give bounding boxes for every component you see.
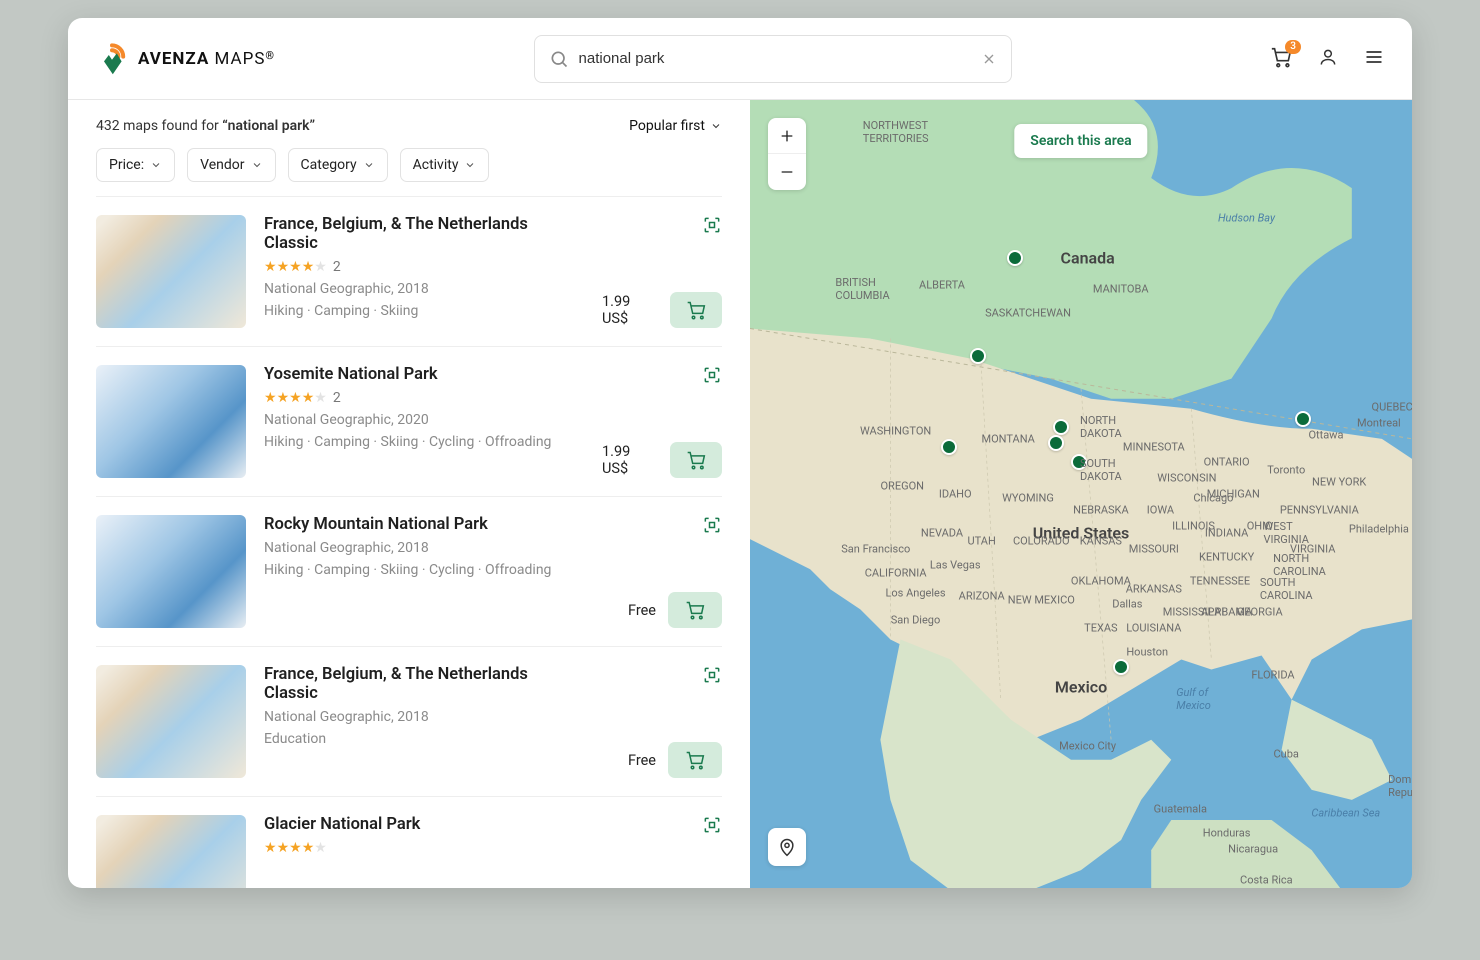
result-meta: National Geographic, 2018	[264, 540, 584, 556]
map-marker[interactable]	[1295, 411, 1311, 427]
price: Free	[628, 752, 656, 769]
filter-vendor[interactable]: Vendor	[187, 148, 275, 182]
locate-button[interactable]	[768, 828, 806, 866]
expand-icon[interactable]	[702, 815, 722, 835]
cart-badge: 3	[1285, 40, 1301, 54]
account-button[interactable]	[1318, 47, 1338, 71]
search-this-area-button[interactable]: Search this area	[1014, 124, 1147, 158]
thumbnail	[96, 515, 246, 628]
cart-icon	[685, 600, 705, 620]
add-to-cart-button[interactable]	[670, 292, 722, 328]
rating: ★★★★★	[264, 840, 584, 856]
cart-icon	[686, 300, 706, 320]
result-tags: Hiking · Camping · Skiing	[264, 303, 584, 319]
results-panel: 432 maps found for “national park” Popul…	[68, 100, 750, 888]
result-item[interactable]: Glacier National Park ★★★★★	[96, 797, 722, 888]
pin-icon	[777, 837, 797, 857]
logo-icon	[96, 42, 128, 76]
result-tags: Hiking · Camping · Skiing · Cycling · Of…	[264, 562, 584, 578]
filter-price[interactable]: Price:	[96, 148, 175, 182]
zoom-control	[768, 118, 806, 190]
result-tags: Hiking · Camping · Skiing · Cycling · Of…	[264, 434, 584, 450]
result-item[interactable]: Rocky Mountain National Park National Ge…	[96, 497, 722, 647]
result-title: Rocky Mountain National Park	[264, 515, 584, 534]
add-to-cart-button[interactable]	[668, 592, 722, 628]
map-marker[interactable]	[941, 439, 957, 455]
chevron-down-icon	[710, 120, 722, 132]
cart-icon	[686, 450, 706, 470]
thumbnail	[96, 665, 246, 778]
result-title: France, Belgium, & The Netherlands Class…	[264, 665, 584, 703]
plus-icon	[779, 128, 795, 144]
menu-icon	[1364, 47, 1384, 67]
basemap	[750, 100, 1412, 888]
result-meta: National Geographic, 2018	[264, 709, 584, 725]
price: 1.99 US$	[602, 443, 658, 477]
filter-category[interactable]: Category	[288, 148, 388, 182]
filter-activity[interactable]: Activity	[400, 148, 490, 182]
result-item[interactable]: France, Belgium, & The Netherlands Class…	[96, 197, 722, 347]
expand-icon[interactable]	[702, 665, 722, 685]
result-title: Glacier National Park	[264, 815, 584, 834]
expand-icon[interactable]	[702, 365, 722, 385]
price: 1.99 US$	[602, 293, 658, 327]
chevron-down-icon	[150, 159, 162, 171]
map-marker[interactable]	[970, 348, 986, 364]
add-to-cart-button[interactable]	[668, 742, 722, 778]
map-marker[interactable]	[1113, 659, 1129, 675]
expand-icon[interactable]	[702, 215, 722, 235]
result-tags: Education	[264, 731, 584, 747]
chevron-down-icon	[464, 159, 476, 171]
result-title: France, Belgium, & The Netherlands Class…	[264, 215, 584, 253]
rating: ★★★★★2	[264, 390, 584, 406]
expand-icon[interactable]	[702, 515, 722, 535]
result-meta: National Geographic, 2020	[264, 412, 584, 428]
rating: ★★★★★2	[264, 259, 584, 275]
thumbnail	[96, 215, 246, 328]
map-marker[interactable]	[1007, 250, 1023, 266]
menu-button[interactable]	[1364, 47, 1384, 71]
chevron-down-icon	[363, 159, 375, 171]
clear-icon[interactable]	[981, 51, 997, 67]
add-to-cart-button[interactable]	[670, 442, 722, 478]
header: AVENZA MAPS® 3	[68, 18, 1412, 100]
map-pane[interactable]: Search this area CanadaUnited StatesMexi…	[750, 100, 1412, 888]
search-box[interactable]	[534, 35, 1012, 83]
map-marker[interactable]	[1048, 435, 1064, 451]
cart-button[interactable]: 3	[1270, 46, 1292, 72]
cart-icon	[685, 750, 705, 770]
user-icon	[1318, 47, 1338, 67]
result-item[interactable]: Yosemite National Park ★★★★★2 National G…	[96, 347, 722, 497]
result-title: Yosemite National Park	[264, 365, 584, 384]
price: Free	[628, 602, 656, 619]
sort-dropdown[interactable]: Popular first	[629, 118, 722, 134]
zoom-out[interactable]	[768, 154, 806, 190]
minus-icon	[779, 164, 795, 180]
map-marker[interactable]	[1053, 419, 1069, 435]
zoom-in[interactable]	[768, 118, 806, 154]
brand-text: AVENZA MAPS®	[138, 49, 275, 69]
results-count: 432 maps found for “national park”	[96, 118, 315, 134]
chevron-down-icon	[251, 159, 263, 171]
thumbnail	[96, 365, 246, 478]
search-icon	[549, 49, 569, 69]
search-input[interactable]	[579, 50, 981, 67]
brand-logo[interactable]: AVENZA MAPS®	[96, 42, 275, 76]
result-item[interactable]: France, Belgium, & The Netherlands Class…	[96, 647, 722, 797]
map-marker[interactable]	[1071, 454, 1087, 470]
thumbnail	[96, 815, 246, 888]
result-meta: National Geographic, 2018	[264, 281, 584, 297]
